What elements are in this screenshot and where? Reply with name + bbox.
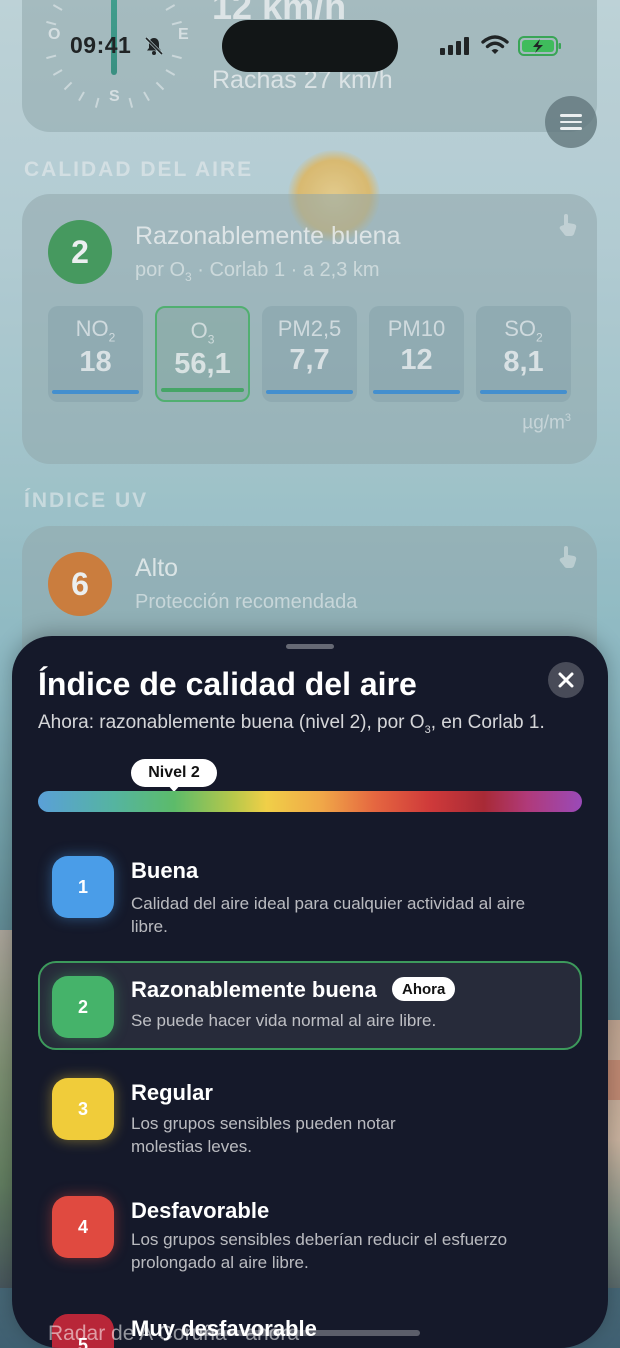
level-name: Buena: [131, 858, 199, 883]
sheet-title: Índice de calidad del aire: [38, 666, 417, 702]
level-description: Calidad del aire ideal para cualquier ac…: [131, 894, 526, 936]
level-item-1[interactable]: 1 Buena Calidad del aire ideal para cual…: [38, 842, 582, 942]
level-item-3[interactable]: 3 Regular Los grupos sensibles pueden no…: [38, 1066, 582, 1166]
level-badge: 2: [52, 976, 114, 1038]
level-badge: 1: [52, 856, 114, 918]
air-quality-sheet: Índice de calidad del aire Ahora: razona…: [12, 636, 608, 1348]
aqi-gradient-bar: [38, 791, 582, 812]
now-badge: Ahora: [392, 977, 456, 1001]
level-description: Los grupos sensibles deberían reducir el…: [131, 1230, 508, 1272]
level-name: Regular: [131, 1080, 213, 1105]
current-level-pill: Nivel 2: [131, 759, 217, 787]
close-icon: [558, 672, 574, 688]
level-description: Los grupos sensibles pueden notar molest…: [131, 1114, 396, 1156]
level-badge: 3: [52, 1078, 114, 1140]
level-description: Se puede hacer vida normal al aire libre…: [131, 1011, 437, 1030]
level-badge: 4: [52, 1196, 114, 1258]
sheet-subtitle: Ahora: razonablemente buena (nivel 2), p…: [38, 712, 545, 736]
home-indicator[interactable]: [198, 1330, 420, 1336]
level-name: Desfavorable: [131, 1198, 270, 1223]
close-button[interactable]: [548, 662, 584, 698]
sheet-grabber[interactable]: [286, 644, 334, 649]
level-name: Razonablemente buena: [131, 977, 377, 1002]
level-item-2[interactable]: 2 Razonablemente buena Ahora Se puede ha…: [38, 961, 582, 1050]
level-item-4[interactable]: 4 Desfavorable Los grupos sensibles debe…: [38, 1186, 582, 1286]
